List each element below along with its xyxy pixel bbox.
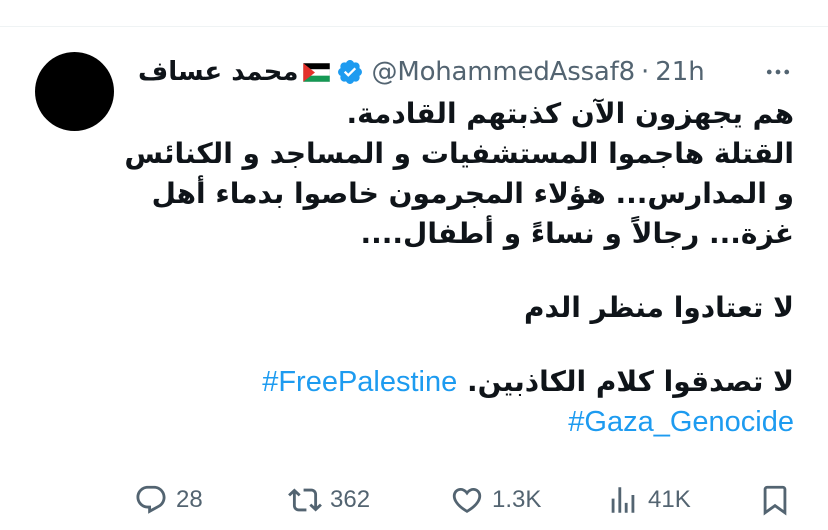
like-count: 1.3K: [492, 486, 542, 513]
tweet-line-with-hashtag: لا تصدقوا كلام الكاذبين. #FreePalestine: [138, 362, 794, 402]
author-display-name[interactable]: محمد عساف: [138, 57, 299, 87]
repost-button[interactable]: 362: [288, 478, 370, 522]
repost-count: 362: [330, 486, 371, 513]
tweet-line: هم يجهزون الآن كذبتهم القادمة.: [346, 97, 794, 130]
more-horizontal-icon: [766, 69, 790, 75]
hashtag-link[interactable]: #FreePalestine: [262, 366, 457, 398]
reply-icon: [136, 485, 166, 514]
tweet-line-hashtag: #Gaza_Genocide: [138, 402, 794, 442]
views-chart-icon: [611, 487, 635, 513]
tweet-line: القتلة هاجموا المستشفيات و المساجد و الك…: [124, 137, 794, 170]
tweet-line: لا تصدقوا كلام الكاذبين.: [467, 365, 794, 398]
views-count: 41K: [648, 486, 691, 513]
tweet-line: لا تعتادوا منظر الدم: [524, 291, 794, 324]
bookmark-button[interactable]: [758, 478, 792, 522]
views-button[interactable]: 41K: [606, 478, 691, 522]
bookmark-icon: [763, 485, 787, 516]
tweet-line: و المدارس... هؤلاء المجرمون خاصوا بدماء …: [151, 177, 794, 210]
palestine-flag-icon: [302, 62, 330, 82]
author-handle[interactable]: @MohammedAssaf8: [372, 57, 636, 87]
verified-badge-icon[interactable]: [336, 58, 364, 86]
tweet-timestamp[interactable]: 21h: [655, 57, 705, 87]
more-options-button[interactable]: [758, 52, 798, 92]
repost-icon: [288, 488, 322, 512]
tweet-actions-bar: 28 362 1.3K 41K: [134, 478, 798, 522]
top-divider: [0, 26, 828, 27]
avatar[interactable]: [35, 52, 114, 131]
reply-button[interactable]: 28: [134, 478, 203, 522]
like-button[interactable]: 1.3K: [450, 478, 541, 522]
tweet-line: غزة... رجالاً و نساءً و أطفال....: [360, 217, 794, 250]
tweet-header: محمد عساف @MohammedAssaf8 · 21h: [138, 52, 798, 92]
hashtag-link[interactable]: #Gaza_Genocide: [568, 406, 794, 438]
header-separator: ·: [640, 57, 650, 87]
tweet-text: هم يجهزون الآن كذبتهم القادمة. القتلة ها…: [124, 94, 794, 442]
heart-icon: [452, 487, 482, 513]
reply-count: 28: [176, 486, 203, 513]
